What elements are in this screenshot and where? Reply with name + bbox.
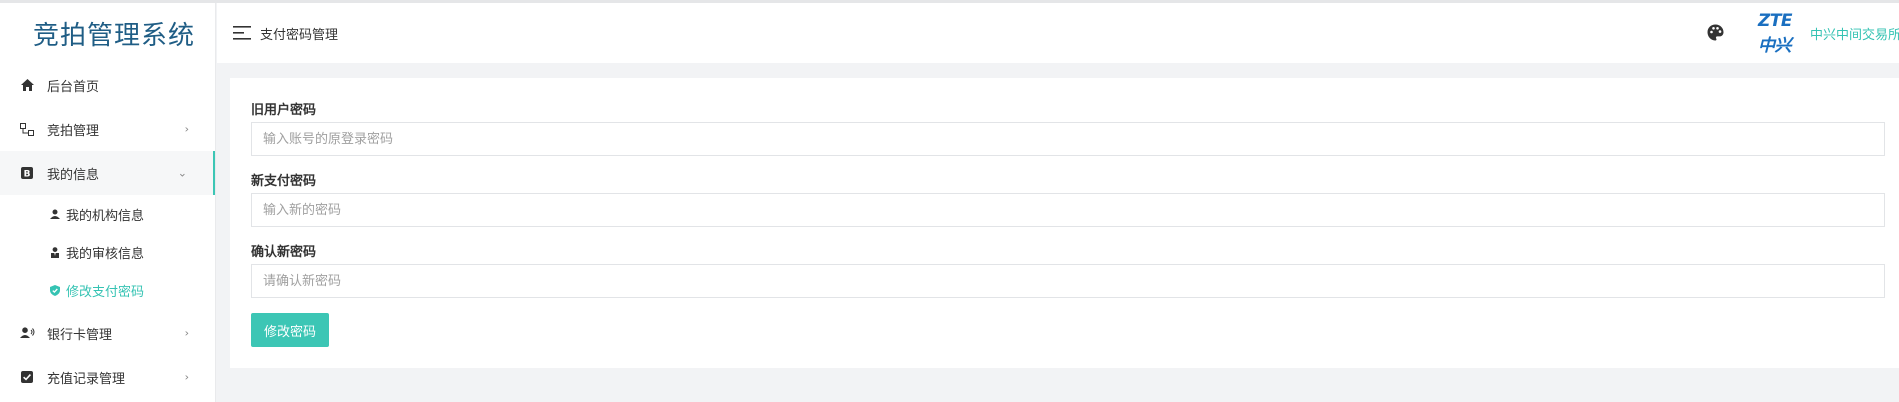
new-password-input[interactable] <box>251 193 1885 227</box>
bold-b-icon: B <box>19 165 35 181</box>
chevron-right-icon: › <box>184 122 189 136</box>
palette-icon[interactable] <box>1707 24 1724 41</box>
confirm-password-label: 确认新密码 <box>251 245 317 260</box>
sidebar-subitem-label: 我的审核信息 <box>66 246 145 262</box>
sidebar-item-label: 竞拍管理 <box>47 123 100 139</box>
home-icon <box>19 77 35 93</box>
old-password-label: 旧用户密码 <box>251 103 317 118</box>
logo-text: 中兴中间交易所 <box>1810 27 1899 43</box>
app-title: 竞拍管理系统 <box>33 20 196 51</box>
check-square-icon <box>19 369 35 385</box>
logo-brand: ZTE中兴 <box>1758 10 1793 56</box>
sitemap-icon <box>19 121 35 137</box>
sidebar-subitem-review-info[interactable]: 我的审核信息 <box>0 233 215 271</box>
sidebar-item-recharge-records[interactable]: 充值记录管理 › <box>0 355 215 399</box>
sidebar-item-bank-card[interactable]: 银行卡管理 › <box>0 311 215 355</box>
sidebar-subitem-org-info[interactable]: 我的机构信息 <box>0 195 215 233</box>
confirm-password-input[interactable] <box>251 264 1885 298</box>
sidebar: 竞拍管理系统 后台首页 竞拍管理 › B 我的信息 ⌄ 我的机构信息 我的审核信… <box>0 3 216 402</box>
chevron-down-icon: ⌄ <box>177 166 187 180</box>
top-header: 支付密码管理 ZTE中兴 中兴中间交易所 <box>217 3 1899 63</box>
svg-text:B: B <box>24 170 31 180</box>
sidebar-subitem-label: 修改支付密码 <box>66 284 145 300</box>
menu-toggle-icon[interactable] <box>233 25 251 40</box>
sidebar-item-my-info[interactable]: B 我的信息 ⌄ <box>0 151 215 195</box>
change-password-button[interactable]: 修改密码 <box>251 313 329 347</box>
sidebar-item-label: 我的信息 <box>47 167 100 183</box>
password-form-card: 旧用户密码 新支付密码 确认新密码 修改密码 <box>230 78 1899 368</box>
sidebar-item-auction[interactable]: 竞拍管理 › <box>0 107 215 151</box>
user-icon <box>48 209 62 219</box>
company-logo[interactable]: ZTE中兴 中兴中间交易所 <box>1758 11 1899 56</box>
sidebar-subitem-label: 我的机构信息 <box>66 208 145 224</box>
user-tie-icon <box>48 246 62 258</box>
new-password-label: 新支付密码 <box>251 174 317 189</box>
chevron-right-icon: › <box>184 370 189 384</box>
sidebar-item-label: 银行卡管理 <box>47 327 113 343</box>
sidebar-item-label: 后台首页 <box>47 79 100 95</box>
user-card-icon <box>19 325 35 341</box>
shield-check-icon <box>48 284 62 296</box>
sidebar-item-home[interactable]: 后台首页 <box>0 63 215 107</box>
old-password-input[interactable] <box>251 122 1885 156</box>
chevron-right-icon: › <box>184 326 189 340</box>
page-title: 支付密码管理 <box>260 28 339 43</box>
sidebar-subitem-change-pay-password[interactable]: 修改支付密码 <box>0 271 215 309</box>
sidebar-item-label: 充值记录管理 <box>47 371 126 387</box>
